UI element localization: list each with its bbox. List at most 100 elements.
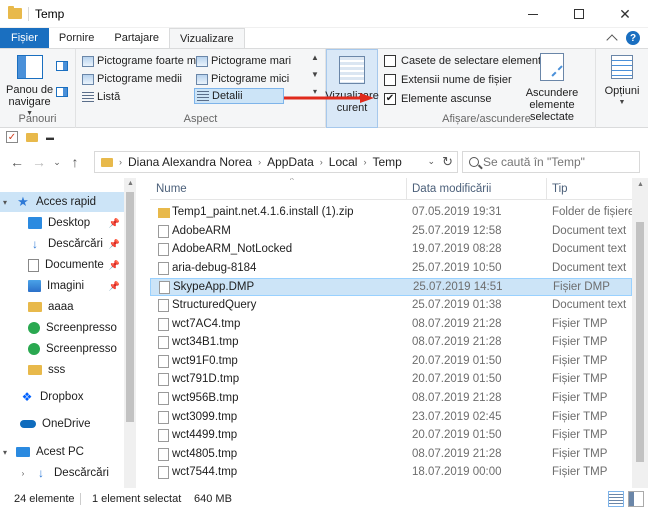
- layout-details[interactable]: Detalii: [194, 88, 284, 104]
- table-row[interactable]: Temp1_paint.net.4.1.6.install (1).zip 07.…: [150, 204, 632, 222]
- table-row[interactable]: aria-debug-8184 25.07.2019 10:50 Document …: [150, 260, 632, 278]
- red-arrow-annotation: [284, 93, 374, 103]
- back-button[interactable]: ←: [6, 154, 28, 170]
- file-date: 18.07.2019 00:00: [412, 466, 502, 479]
- file-icon: [158, 317, 169, 331]
- chevron-right-icon[interactable]: ›: [320, 157, 323, 167]
- file-extensions-option[interactable]: Extensii nume de fișier: [384, 74, 512, 86]
- nav-item-documents[interactable]: Documente 📌: [0, 255, 124, 275]
- chevron-right-icon[interactable]: ›: [18, 469, 28, 478]
- nav-item-aaaa[interactable]: aaaa: [0, 297, 124, 317]
- scroll-up-icon[interactable]: ▲: [637, 181, 644, 188]
- chevron-right-icon[interactable]: ›: [258, 157, 261, 167]
- chevron-down-icon[interactable]: ▾: [0, 448, 10, 457]
- tab-home[interactable]: Pornire: [49, 28, 104, 48]
- tab-share[interactable]: Partajare: [104, 28, 169, 48]
- nav-item-screenpresso-2[interactable]: Screenpresso: [0, 339, 124, 359]
- close-button[interactable]: ✕: [602, 0, 648, 28]
- collapse-ribbon-icon[interactable]: [606, 34, 618, 46]
- large-icons-view-icon[interactable]: [628, 491, 644, 507]
- chevron-down-icon[interactable]: ⌄: [427, 156, 435, 167]
- nav-item-pc-downloads[interactable]: › ↓ Descărcări: [0, 463, 124, 483]
- table-row[interactable]: wct34B1.tmp 08.07.2019 21:28 Fișier TMP: [150, 334, 632, 352]
- up-button[interactable]: ↑: [64, 154, 86, 170]
- current-view-button[interactable]: Vizualizare curent: [325, 49, 379, 128]
- tab-view[interactable]: Vizualizare: [169, 28, 245, 48]
- nav-pane-scrollbar[interactable]: ▲: [124, 178, 136, 488]
- breadcrumb-appdata[interactable]: AppData: [267, 155, 314, 169]
- tab-file[interactable]: Fișier: [0, 28, 49, 48]
- column-divider[interactable]: [406, 178, 407, 200]
- options-label: Opțiuni: [604, 85, 640, 97]
- maximize-button[interactable]: [556, 0, 602, 28]
- search-box[interactable]: [462, 151, 640, 173]
- chevron-right-icon[interactable]: ›: [119, 157, 122, 167]
- hidden-items-checkbox[interactable]: ✔: [384, 93, 396, 105]
- nav-item-dropbox[interactable]: ❖ Dropbox: [0, 387, 124, 407]
- nav-item-desktop[interactable]: Desktop 📌: [0, 213, 124, 233]
- preview-pane-icon[interactable]: [56, 61, 68, 71]
- recent-locations-icon[interactable]: ⌄: [50, 157, 64, 168]
- forward-button[interactable]: →: [28, 154, 50, 170]
- customize-toolbar-icon[interactable]: ▬: [46, 133, 54, 142]
- table-row[interactable]: wct7544.tmp 18.07.2019 00:00 Fișier TMP: [150, 464, 632, 482]
- breadcrumb-user[interactable]: Diana Alexandra Norea: [128, 155, 252, 169]
- table-row[interactable]: AdobeARM 25.07.2019 12:58 Document text: [150, 223, 632, 241]
- group-label-panes: Panouri: [18, 113, 57, 125]
- column-divider[interactable]: [546, 178, 547, 200]
- details-view-icon[interactable]: [608, 491, 624, 507]
- table-row[interactable]: wct91F0.tmp 20.07.2019 01:50 Fișier TMP: [150, 353, 632, 371]
- address-bar[interactable]: › Diana Alexandra Norea › AppData › Loca…: [94, 151, 458, 173]
- breadcrumb-temp[interactable]: Temp: [372, 155, 401, 169]
- nav-item-this-pc[interactable]: ▾ Acest PC: [0, 442, 124, 462]
- layout-small-icons[interactable]: Pictograme mici: [196, 71, 289, 87]
- file-name: wct3099.tmp: [172, 410, 238, 423]
- nav-item-onedrive[interactable]: OneDrive: [0, 414, 124, 434]
- file-extensions-checkbox[interactable]: [384, 74, 396, 86]
- chevron-up-icon[interactable]: ▲: [311, 53, 319, 62]
- column-header-type[interactable]: Tip: [552, 183, 568, 195]
- nav-item-pictures[interactable]: Imagini 📌: [0, 276, 124, 296]
- table-row[interactable]: wct956B.tmp 08.07.2019 21:28 Fișier TMP: [150, 390, 632, 408]
- layout-large-icons[interactable]: Pictograme mari: [196, 53, 291, 69]
- column-header-name[interactable]: Nume: [156, 183, 187, 195]
- nav-item-quick-access[interactable]: ▾ ★ Acces rapid: [0, 192, 124, 212]
- column-header-date[interactable]: Data modificării: [412, 183, 491, 195]
- options-button[interactable]: Opțiuni ▼: [602, 55, 642, 109]
- nav-item-sss[interactable]: sss: [0, 360, 124, 380]
- navigation-pane-button[interactable]: Panou de navigare ▼: [6, 55, 53, 120]
- nav-item-downloads[interactable]: ↓ Descărcări 📌: [0, 234, 124, 254]
- layout-list[interactable]: Listă: [82, 89, 120, 105]
- table-row[interactable]: wct4499.tmp 20.07.2019 01:50 Fișier TMP: [150, 427, 632, 445]
- scrollbar-thumb[interactable]: [126, 192, 134, 422]
- nav-item-screenpresso-1[interactable]: Screenpresso: [0, 318, 124, 338]
- table-row[interactable]: SkypeApp.DMP 25.07.2019 14:51 Fișier DMP: [150, 278, 632, 297]
- table-row[interactable]: wct4805.tmp 08.07.2019 21:28 Fișier TMP: [150, 446, 632, 464]
- breadcrumb-local[interactable]: Local: [329, 155, 358, 169]
- group-show-hide: Casete de selectare element Extensii num…: [378, 49, 596, 128]
- layout-label: Pictograme mici: [211, 73, 290, 85]
- properties-icon[interactable]: ✓: [6, 131, 18, 143]
- chevron-down-icon[interactable]: ▾: [0, 198, 10, 207]
- chevron-right-icon[interactable]: ›: [363, 157, 366, 167]
- search-input[interactable]: [483, 155, 633, 169]
- new-folder-icon[interactable]: [26, 132, 38, 142]
- table-row[interactable]: StructuredQuery 25.07.2019 01:38 Document …: [150, 297, 632, 315]
- scrollbar-thumb[interactable]: [636, 222, 644, 462]
- chevron-down-icon[interactable]: ▼: [311, 70, 319, 79]
- item-checkboxes-checkbox[interactable]: [384, 55, 396, 67]
- refresh-icon[interactable]: ↻: [442, 154, 453, 170]
- table-row[interactable]: wct3099.tmp 23.07.2019 02:45 Fișier TMP: [150, 409, 632, 427]
- details-pane-icon[interactable]: [56, 87, 68, 97]
- hidden-items-option[interactable]: ✔ Elemente ascunse: [384, 93, 492, 105]
- scroll-up-icon[interactable]: ▲: [127, 180, 134, 187]
- help-icon[interactable]: ?: [626, 31, 640, 45]
- table-row[interactable]: AdobeARM_NotLocked 19.07.2019 08:28 Docume…: [150, 241, 632, 259]
- layout-medium-icons[interactable]: Pictograme medii: [82, 71, 182, 87]
- layout-extra-large-icons[interactable]: Pictograme foarte mari: [82, 53, 208, 69]
- file-type: Fișier TMP: [552, 317, 608, 330]
- file-list-scrollbar[interactable]: ▲: [632, 178, 648, 488]
- minimize-button[interactable]: [510, 0, 556, 28]
- table-row[interactable]: wct791D.tmp 20.07.2019 01:50 Fișier TMP: [150, 371, 632, 389]
- table-row[interactable]: wct7AC4.tmp 08.07.2019 21:28 Fișier TMP: [150, 316, 632, 334]
